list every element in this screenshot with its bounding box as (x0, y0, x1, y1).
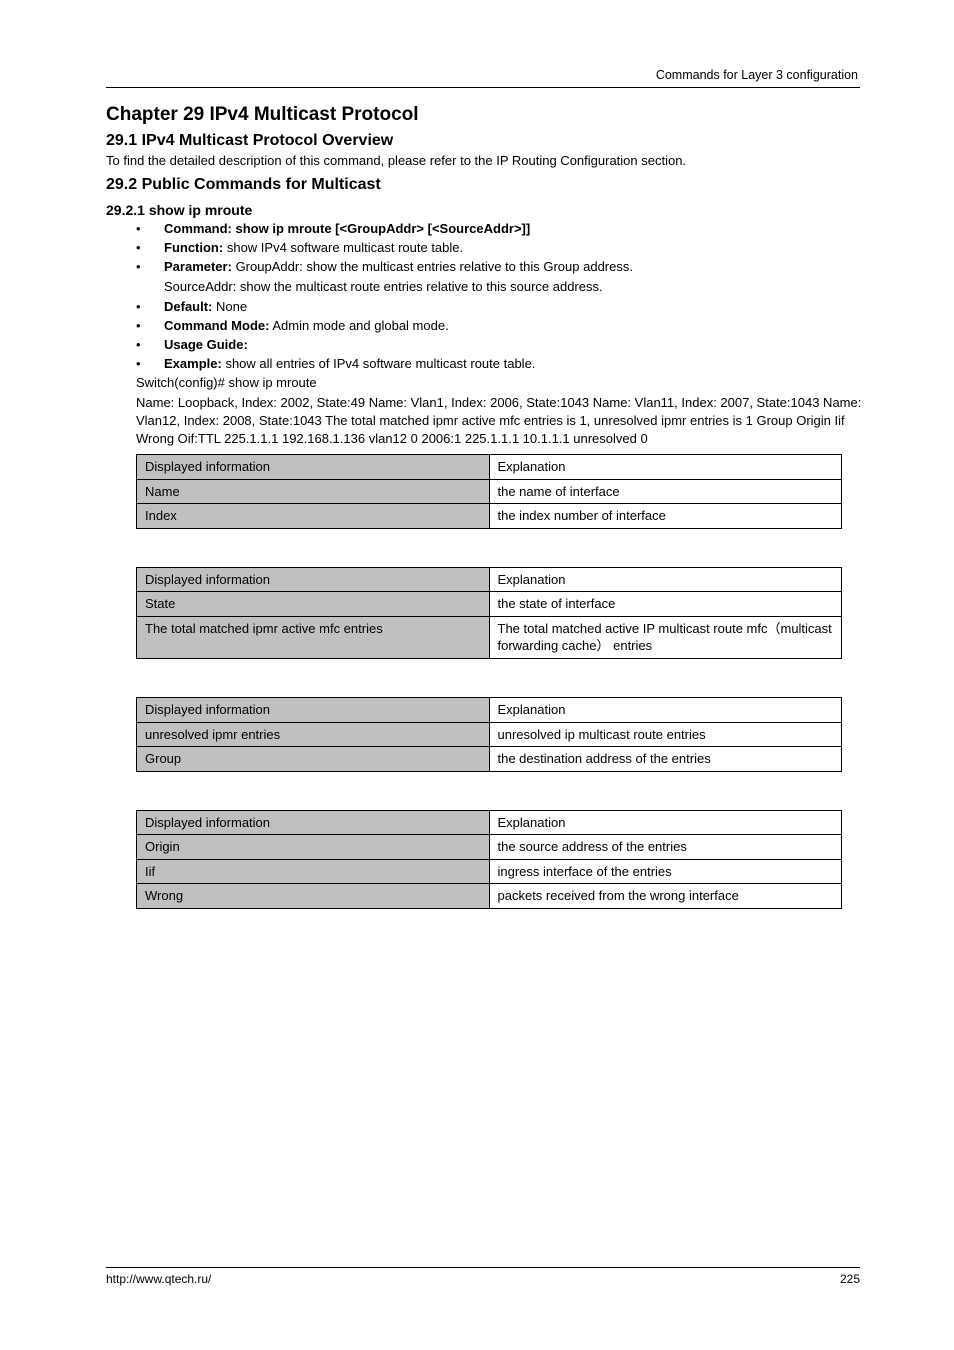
table-cell-value: Explanation (489, 810, 842, 835)
table-cell-label: Name (137, 479, 490, 504)
table-row: Index the index number of interface (137, 504, 842, 529)
public-commands-title: 29.2 Public Commands for Multicast (106, 176, 864, 194)
command-row: • Command: show ip mroute [<GroupAddr> [… (136, 220, 864, 238)
bullet-icon: • (136, 317, 164, 335)
table-row: Iif ingress interface of the entries (137, 859, 842, 884)
bullet-icon: • (136, 355, 164, 373)
parameter-text-2: SourceAddr: show the multicast route ent… (164, 278, 864, 296)
table-row: Displayed information Explanation (137, 810, 842, 835)
table-cell-label: Iif (137, 859, 490, 884)
table-cell-value: packets received from the wrong interfac… (489, 884, 842, 909)
command-label: Command: show ip mroute [<GroupAddr> [<S… (164, 220, 864, 238)
table-cell-label: Wrong (137, 884, 490, 909)
table-row: Name the name of interface (137, 479, 842, 504)
default-row: • Default: None (136, 298, 864, 316)
parameter-row: • Parameter: GroupAddr: show the multica… (136, 258, 864, 276)
cmd-title: 29.2.1 show ip mroute (106, 202, 864, 218)
table-cell-value: unresolved ip multicast route entries (489, 722, 842, 747)
table-cell-value: the state of interface (489, 592, 842, 617)
table-cell-label: Displayed information (137, 455, 490, 480)
table-row: State the state of interface (137, 592, 842, 617)
table-cell-label: Index (137, 504, 490, 529)
example-text: Example: show all entries of IPv4 softwa… (164, 355, 864, 373)
table-row: Wrong packets received from the wrong in… (137, 884, 842, 909)
table-cell-value: Explanation (489, 455, 842, 480)
bullet-icon: • (136, 298, 164, 316)
header-right-text: Commands for Layer 3 configuration (656, 68, 858, 82)
table-cell-label: Group (137, 747, 490, 772)
default-text: Default: None (164, 298, 864, 316)
table-cell-value: the destination address of the entries (489, 747, 842, 772)
table-row: Displayed information Explanation (137, 567, 842, 592)
main-content: Chapter 29 IPv4 Multicast Protocol 29.1 … (106, 104, 864, 909)
page-number: 225 (840, 1272, 860, 1286)
bullet-icon: • (136, 258, 164, 276)
output-table-3: Displayed information Explanation unreso… (136, 697, 842, 772)
table-row: Origin the source address of the entries (137, 835, 842, 860)
command-mode-text: Command Mode: Admin mode and global mode… (164, 317, 864, 335)
usage-guide-label: Usage Guide: (164, 336, 864, 354)
table-cell-value: ingress interface of the entries (489, 859, 842, 884)
table-cell-label: Displayed information (137, 810, 490, 835)
example-row: • Example: show all entries of IPv4 soft… (136, 355, 864, 373)
usage-guide-row: • Usage Guide: (136, 336, 864, 354)
command-mode-row: • Command Mode: Admin mode and global mo… (136, 317, 864, 335)
overview-text: To find the detailed description of this… (106, 152, 864, 170)
table-cell-value: the name of interface (489, 479, 842, 504)
header-rule (106, 87, 860, 88)
table-cell-label: The total matched ipmr active mfc entrie… (137, 616, 490, 658)
table-cell-label: State (137, 592, 490, 617)
function-row: • Function: show IPv4 software multicast… (136, 239, 864, 257)
parameter-text: Parameter: GroupAddr: show the multicast… (164, 258, 864, 276)
table-cell-value: the source address of the entries (489, 835, 842, 860)
table-row: unresolved ipmr entries unresolved ip mu… (137, 722, 842, 747)
page-footer: http://www.qtech.ru/ 225 (106, 1267, 860, 1286)
output-table-4: Displayed information Explanation Origin… (136, 810, 842, 909)
table-cell-label: Displayed information (137, 567, 490, 592)
table-cell-label: Origin (137, 835, 490, 860)
bullet-icon: • (136, 239, 164, 257)
table-cell-label: unresolved ipmr entries (137, 722, 490, 747)
table-row: The total matched ipmr active mfc entrie… (137, 616, 842, 658)
table-cell-label: Displayed information (137, 698, 490, 723)
bullet-icon: • (136, 220, 164, 238)
table-row: Displayed information Explanation (137, 698, 842, 723)
footer-url: http://www.qtech.ru/ (106, 1272, 211, 1286)
chapter-title: Chapter 29 IPv4 Multicast Protocol (106, 104, 864, 126)
cli-output: Name: Loopback, Index: 2002, State:49 Na… (136, 394, 864, 448)
subsection-title: 29.1 IPv4 Multicast Protocol Overview (106, 132, 864, 150)
output-table-1: Displayed information Explanation Name t… (136, 454, 842, 529)
table-row: Group the destination address of the ent… (137, 747, 842, 772)
output-table-2: Displayed information Explanation State … (136, 567, 842, 659)
cli-command: Switch(config)# show ip mroute (136, 374, 864, 392)
function-text: Function: show IPv4 software multicast r… (164, 239, 864, 257)
bullet-icon: • (136, 336, 164, 354)
table-cell-value: The total matched active IP multicast ro… (489, 616, 842, 658)
table-cell-value: the index number of interface (489, 504, 842, 529)
table-cell-value: Explanation (489, 567, 842, 592)
table-row: Displayed information Explanation (137, 455, 842, 480)
table-cell-value: Explanation (489, 698, 842, 723)
